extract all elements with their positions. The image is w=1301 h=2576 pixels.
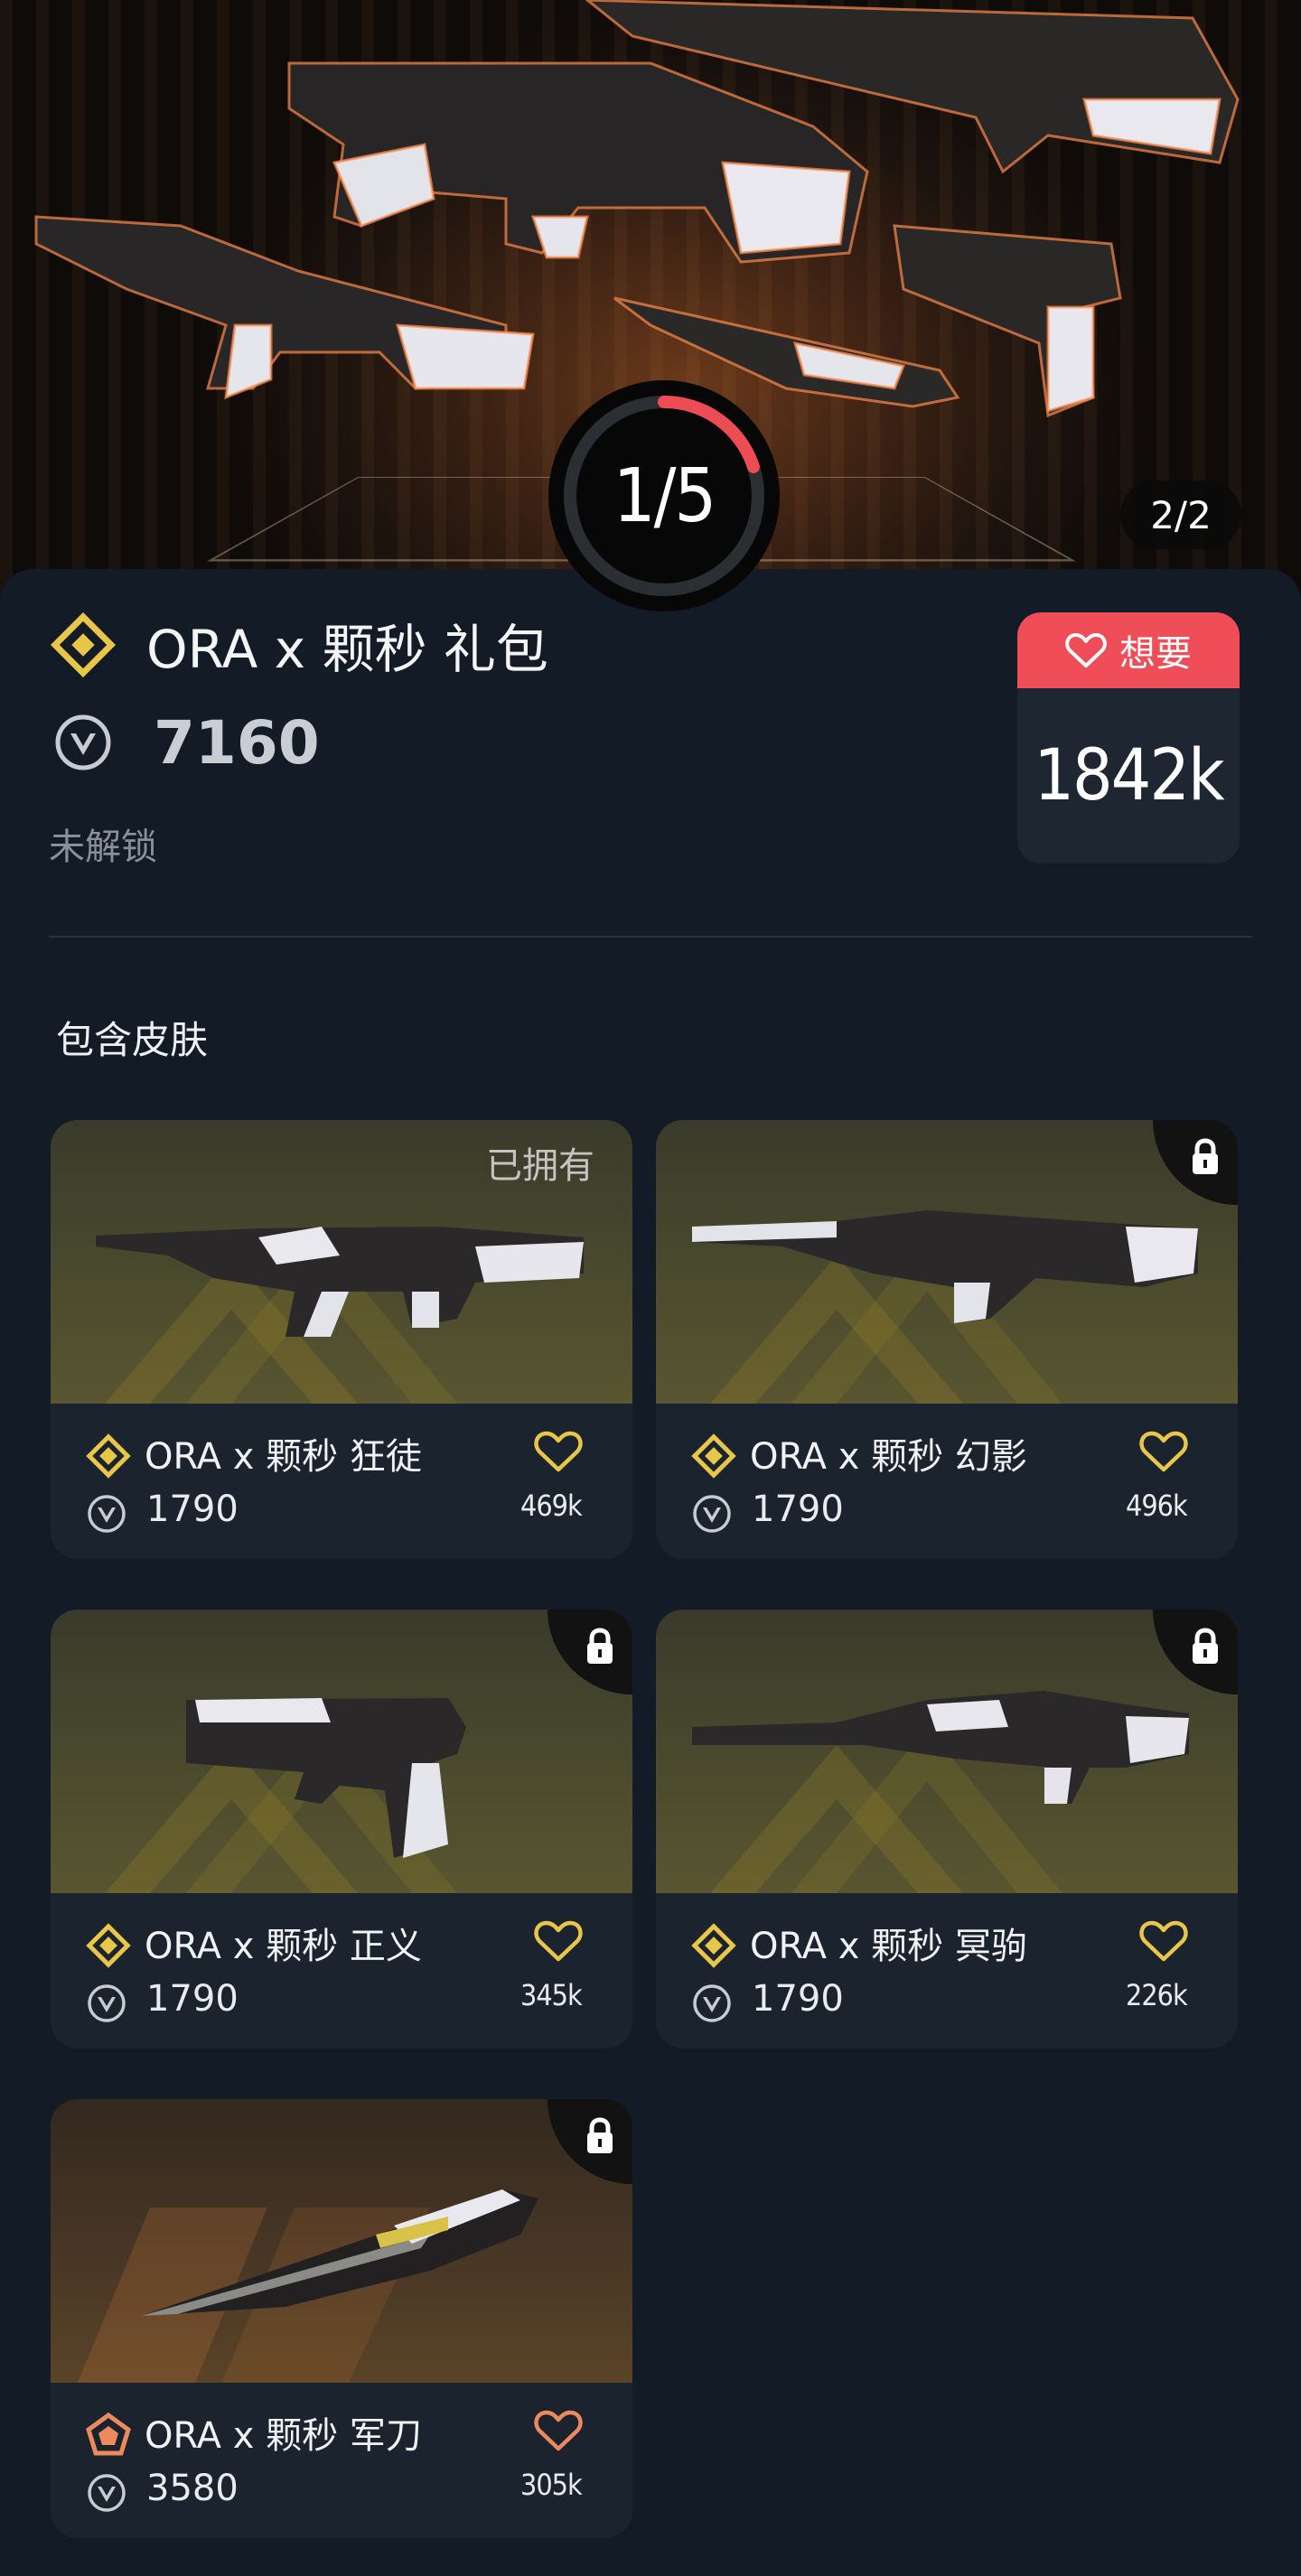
skin-price: 1790 [146,1489,239,1530]
skin-name: ORA x 颗秒 幻影 [750,1436,1027,1478]
gold-diamond-icon [86,1433,131,1479]
heart-icon [1065,633,1107,667]
progress-text: 1/5 [613,453,717,539]
skin-price: 3580 [146,2468,239,2509]
skin-price: 1790 [752,1978,844,2020]
skin-card-3[interactable]: ORA x 颗秒 正义 1790 345k [51,1610,632,2049]
want-button[interactable]: 想要 1842k [1017,612,1240,863]
skin-name: ORA x 颗秒 狂徒 [145,1436,422,1478]
skin-card-2[interactable]: ORA x 颗秒 幻影 1790 496k [656,1120,1238,1559]
weapon-image [141,2189,538,2316]
skin-price: 1790 [146,1978,239,2020]
padlock-icon [587,2117,613,2153]
valorant-points-icon [693,1984,731,2022]
valorant-points-icon [88,1495,126,1533]
included-skins-title: 包含皮肤 [56,1018,209,1062]
skin-price: 1790 [752,1489,844,1530]
unlock-status: 未解锁 [49,826,157,868]
heart-icon[interactable] [533,1918,584,1964]
gold-diamond-icon [51,612,116,677]
orange-pentagon-icon [86,2412,131,2456]
weapon-image [186,1698,466,1858]
skin-thumbnail [656,1120,1238,1404]
gold-diamond-icon [86,1923,131,1968]
skin-card-1[interactable]: 已拥有 ORA x 颗秒 狂徒 1790 469k [51,1120,632,1559]
skin-name: ORA x 颗秒 冥驹 [750,1926,1027,1967]
skin-card-4[interactable]: ORA x 颗秒 冥驹 1790 226k [656,1610,1238,2049]
heart-icon[interactable] [1138,1918,1189,1964]
skin-likes: 305k [520,2468,583,2502]
want-header: 想要 [1017,612,1240,688]
skin-likes: 469k [520,1489,583,1523]
skin-thumbnail [51,2099,632,2383]
skin-thumbnail [656,1610,1238,1893]
weapon-image [692,1691,1189,1804]
skin-likes: 496k [1126,1489,1188,1523]
valorant-points-icon [88,1984,126,2022]
skin-name: ORA x 颗秒 军刀 [145,2415,422,2457]
bundle-title: ORA x 颗秒 礼包 [146,619,548,680]
valorant-points-icon [88,2474,126,2512]
image-page-counter: 2/2 [1120,481,1241,549]
skin-likes: 345k [520,1978,583,2012]
padlock-icon [1193,1138,1218,1174]
skin-likes: 226k [1126,1978,1188,2012]
bundle-price: 7160 [154,708,320,778]
gold-diamond-icon [691,1433,736,1479]
heart-icon[interactable] [1138,1429,1189,1474]
heart-icon[interactable] [533,1429,584,1474]
valorant-points-icon [693,1495,731,1533]
padlock-icon [587,1628,613,1664]
collection-progress-ring: 1/5 [546,378,782,614]
skin-thumbnail [51,1610,632,1893]
skin-card-5[interactable]: ORA x 颗秒 军刀 3580 305k [51,2099,632,2538]
owned-label: 已拥有 [486,1145,594,1187]
want-count: 1842k [1034,735,1224,817]
padlock-icon [1193,1628,1218,1664]
weapon-image [692,1210,1198,1323]
section-divider [49,936,1252,938]
valorant-points-icon [55,714,111,770]
skin-name: ORA x 颗秒 正义 [145,1926,422,1967]
gold-diamond-icon [691,1923,736,1968]
heart-icon[interactable] [533,2408,584,2453]
want-label: 想要 [1119,633,1192,675]
